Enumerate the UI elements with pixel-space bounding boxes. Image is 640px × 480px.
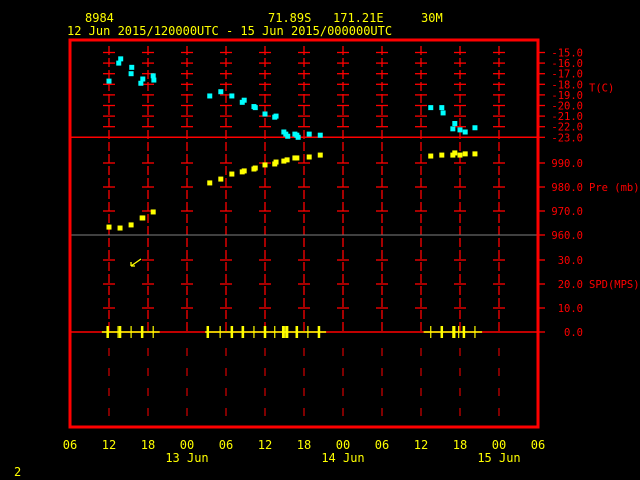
temperature-point — [207, 93, 213, 99]
temperature-point — [439, 105, 445, 111]
wind-speed-tick-label: 0.0 — [564, 327, 583, 339]
x-tick-label: 18 — [141, 438, 155, 452]
temperature-point — [317, 132, 323, 138]
day-label: 14 Jun — [321, 451, 364, 465]
temperature-point — [229, 93, 235, 99]
day-label: 15 Jun — [477, 451, 520, 465]
temperature-point — [128, 71, 134, 77]
temperature-point — [106, 78, 112, 84]
pressure-tick-label: 990.0 — [551, 158, 583, 170]
temperature-point — [295, 134, 301, 140]
pressure-point — [207, 180, 213, 186]
pressure-tick-label: 970.0 — [551, 206, 583, 218]
temperature-point — [428, 105, 434, 111]
x-tick-label: 06 — [375, 438, 389, 452]
temperature-point — [118, 56, 124, 62]
pressure-point — [106, 224, 112, 230]
pressure-tick-label: 980.0 — [551, 182, 583, 194]
pressure-tick-label: 960.0 — [551, 230, 583, 242]
pressure-point — [306, 154, 312, 160]
temperature-point — [285, 133, 291, 139]
x-tick-label: 00 — [492, 438, 506, 452]
temperature-point — [273, 113, 279, 119]
x-tick-label: 06 — [219, 438, 233, 452]
pressure-point — [140, 215, 146, 221]
temperature-point — [457, 127, 463, 133]
temperature-tick-label: -23.0 — [551, 132, 583, 144]
x-tick-label: 06 — [531, 438, 545, 452]
temperature-point — [472, 125, 478, 131]
pressure-point — [117, 225, 123, 231]
pressure-point — [284, 157, 290, 163]
pressure-point — [262, 162, 268, 168]
x-tick-label: 12 — [258, 438, 272, 452]
pressure-point — [252, 165, 258, 171]
pressure-point — [294, 155, 300, 161]
pressure-point — [241, 168, 247, 174]
pressure-point — [150, 209, 156, 215]
pressure-point — [218, 176, 224, 182]
temperature-point — [450, 126, 456, 132]
temperature-point — [462, 129, 468, 135]
temperature-point — [151, 77, 157, 83]
pressure-point — [273, 159, 279, 165]
x-tick-label: 18 — [453, 438, 467, 452]
pressure-point — [128, 222, 134, 228]
wind-speed-axis-label: SPD(MPS) — [589, 279, 640, 291]
pressure-point — [457, 152, 463, 158]
wind-direction-arrow-icon — [130, 258, 142, 267]
pressure-point — [472, 151, 478, 157]
pressure-point — [229, 171, 235, 177]
temperature-point — [140, 76, 146, 82]
wind-speed-tick-label: 30.0 — [558, 255, 583, 267]
temperature-point — [262, 111, 268, 117]
pressure-point — [439, 152, 445, 158]
wind-speed-tick-label: 10.0 — [558, 303, 583, 315]
temperature-point — [241, 97, 247, 103]
x-tick-label: 00 — [336, 438, 350, 452]
x-tick-label: 00 — [180, 438, 194, 452]
day-label: 13 Jun — [165, 451, 208, 465]
pressure-point — [462, 151, 468, 157]
pressure-point — [452, 150, 458, 156]
x-tick-label: 12 — [102, 438, 116, 452]
temperature-point — [306, 131, 312, 137]
pressure-point — [428, 153, 434, 159]
wind-speed-tick-label: 20.0 — [558, 279, 583, 291]
temperature-point — [218, 89, 224, 95]
temperature-point — [452, 121, 458, 127]
x-tick-label: 18 — [297, 438, 311, 452]
pressure-point — [317, 152, 323, 158]
pressure-axis-label: Pre (mb) — [589, 182, 640, 194]
temperature-axis-label: T(C) — [589, 82, 614, 94]
temperature-point — [440, 110, 446, 116]
x-tick-label: 12 — [414, 438, 428, 452]
x-tick-label: 06 — [63, 438, 77, 452]
meteogram-chart: -15.0-16.0-17.0-18.0-19.0-20.0-21.0-22.0… — [63, 38, 640, 465]
temperature-point — [129, 64, 135, 70]
temperature-point — [252, 105, 258, 111]
